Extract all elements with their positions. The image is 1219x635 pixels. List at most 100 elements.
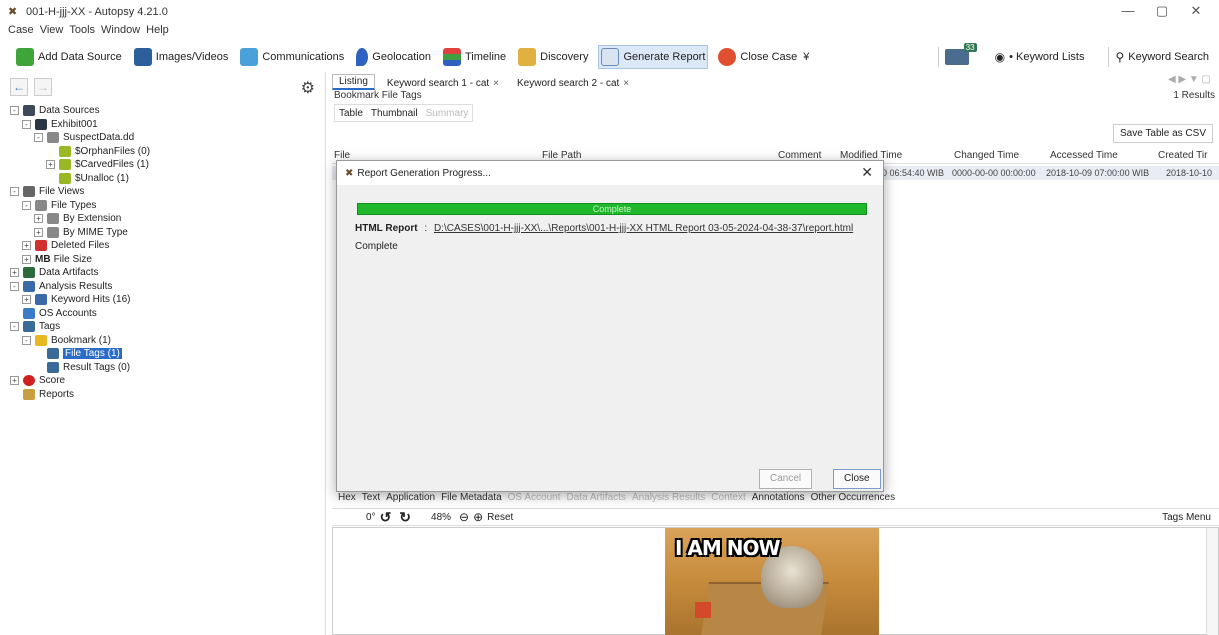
close-case-button[interactable]: Close Case ¥ (716, 45, 811, 69)
tree-item[interactable]: + By Extension (34, 212, 121, 225)
geolocation-button[interactable]: Geolocation (354, 45, 433, 69)
tree-item[interactable]: + Deleted Files (22, 239, 109, 252)
result-tab[interactable]: Keyword search 2 - cat × (511, 77, 635, 90)
tree-item[interactable]: + Data Artifacts (10, 266, 98, 279)
tree-item[interactable]: $OrphanFiles (0) (46, 145, 150, 158)
collapse-icon[interactable]: - (10, 187, 19, 196)
reset-button[interactable]: Reset (487, 512, 513, 523)
viewer-tab[interactable]: Other Occurrences (811, 492, 895, 503)
tree-item[interactable]: OS Accounts (10, 307, 97, 320)
close-button[interactable]: Close (833, 469, 881, 489)
viewer-tab[interactable]: Annotations (752, 492, 805, 503)
toolbar-overflow-icon[interactable]: ¥ (803, 51, 809, 63)
menu-window[interactable]: Window (101, 24, 140, 40)
tree-item[interactable]: $Unalloc (1) (46, 172, 129, 185)
zoom-in-icon[interactable]: ⊕ (473, 510, 483, 524)
viewer-tab[interactable]: Analysis Results (632, 492, 705, 503)
keyword-lists-button[interactable]: ◉ • Keyword Lists (995, 50, 1085, 64)
tree-item[interactable]: - Tags (10, 320, 60, 333)
tree-item[interactable]: - File Views (10, 185, 84, 198)
subtab-summary[interactable]: Summary (422, 108, 473, 119)
report-icon (601, 48, 620, 66)
close-tab-icon[interactable]: × (493, 78, 499, 89)
tree-item[interactable]: - Data Sources (10, 104, 100, 117)
communications-icon (240, 48, 259, 66)
expand-icon[interactable]: + (34, 227, 43, 237)
report-link[interactable]: D:\CASES\001-H-jjj-XX\...\Reports\001-H-… (434, 223, 853, 234)
maximize-button[interactable]: ▢ (1145, 3, 1179, 19)
tree-item[interactable]: Reports (10, 388, 74, 401)
gear-icon[interactable]: ⚙ (301, 78, 315, 98)
generate-report-button[interactable]: Generate Report (598, 45, 709, 69)
rotate-left-icon[interactable]: ↺ (380, 509, 392, 526)
add-data-source-button[interactable]: Add Data Source (14, 45, 124, 69)
expand-icon[interactable]: + (34, 214, 43, 223)
collapse-icon[interactable]: - (22, 200, 31, 210)
viewer-tab[interactable]: File Metadata (441, 492, 502, 503)
column-changed-time[interactable]: Changed Time (954, 150, 1019, 161)
subtab-table[interactable]: Table (335, 108, 367, 119)
viewer-tab[interactable]: Text (362, 492, 380, 503)
minimize-button[interactable]: — (1111, 3, 1145, 19)
vertical-scrollbar[interactable] (1206, 528, 1218, 635)
menu-help[interactable]: Help (146, 24, 169, 40)
tree-item[interactable]: + $CarvedFiles (1) (46, 158, 149, 171)
forward-arrow-icon[interactable]: → (34, 78, 52, 96)
close-window-button[interactable]: ✕ (1179, 3, 1213, 19)
tree-item[interactable]: + MB File Size (22, 253, 92, 266)
expand-icon[interactable]: + (10, 376, 19, 385)
collapse-icon[interactable]: - (10, 281, 19, 291)
collapse-icon[interactable]: - (34, 133, 43, 142)
expand-icon[interactable]: + (46, 160, 55, 169)
message-icon[interactable]: 33 (944, 43, 977, 65)
column-created-time[interactable]: Created Tir (1158, 150, 1207, 161)
viewer-tab[interactable]: OS Account (508, 492, 561, 503)
viewer-tab[interactable]: Hex (338, 492, 356, 503)
tree-item[interactable]: + By MIME Type (34, 226, 128, 239)
menu-tools[interactable]: Tools (69, 24, 95, 40)
dialog-close-icon[interactable]: ✕ (861, 164, 873, 181)
result-tab[interactable]: Listing (332, 74, 375, 90)
viewer-tab[interactable]: Context (711, 492, 745, 503)
viewer-tab[interactable]: Data Artifacts (566, 492, 625, 503)
discovery-button[interactable]: Discovery (516, 45, 590, 69)
viewer-tab[interactable]: Application (386, 492, 435, 503)
collapse-icon[interactable]: - (22, 335, 31, 345)
tree-item[interactable]: + Score (10, 374, 65, 387)
expand-icon[interactable]: + (22, 254, 31, 264)
tree-item[interactable]: - File Types (22, 199, 96, 212)
cancel-button[interactable]: Cancel (759, 469, 813, 489)
cell-modified: 0 06:54:40 WIB (882, 168, 945, 178)
tree-item[interactable]: + Keyword Hits (16) (22, 293, 130, 306)
collapse-icon[interactable]: - (10, 106, 19, 115)
window-title-bar: ✖ 001-H-jjj-XX - Autopsy 4.21.0 — ▢ ✕ (0, 0, 1219, 24)
images-videos-button[interactable]: Images/Videos (132, 45, 231, 69)
column-accessed-time[interactable]: Accessed Time (1050, 150, 1118, 161)
timeline-button[interactable]: Timeline (441, 45, 508, 69)
communications-button[interactable]: Communications (238, 45, 346, 69)
tree-item[interactable]: - SuspectData.dd (34, 131, 134, 144)
tree-item[interactable]: File Tags (1) (34, 347, 122, 360)
rotate-right-icon[interactable]: ↻ (399, 509, 411, 526)
keyword-search-button[interactable]: ⚲ Keyword Search (1115, 50, 1209, 64)
tags-menu-button[interactable]: Tags Menu (1162, 512, 1211, 523)
close-tab-icon[interactable]: × (623, 78, 629, 89)
tree-item[interactable]: - Analysis Results (10, 280, 112, 293)
collapse-icon[interactable]: - (10, 322, 19, 331)
collapse-icon[interactable]: - (22, 119, 31, 129)
subtab-thumbnail[interactable]: Thumbnail (367, 108, 422, 119)
autopsy-logo-icon: ✖ (8, 6, 18, 18)
back-arrow-icon[interactable]: ← (10, 78, 28, 96)
save-table-csv-button[interactable]: Save Table as CSV (1113, 124, 1213, 143)
expand-icon[interactable]: + (22, 241, 31, 250)
zoom-out-icon[interactable]: ⊖ (459, 510, 469, 524)
result-tab[interactable]: Keyword search 1 - cat × (381, 77, 505, 90)
tree-item[interactable]: - Exhibit001 (22, 118, 98, 131)
tab-navigation[interactable]: ◀ ▶ ▼ ▢ (1168, 74, 1211, 85)
menu-case[interactable]: Case (8, 24, 34, 40)
menu-view[interactable]: View (40, 24, 64, 40)
tree-item[interactable]: Result Tags (0) (34, 361, 130, 374)
expand-icon[interactable]: + (10, 268, 19, 277)
expand-icon[interactable]: + (22, 295, 31, 304)
tree-item[interactable]: - Bookmark (1) (22, 334, 111, 347)
